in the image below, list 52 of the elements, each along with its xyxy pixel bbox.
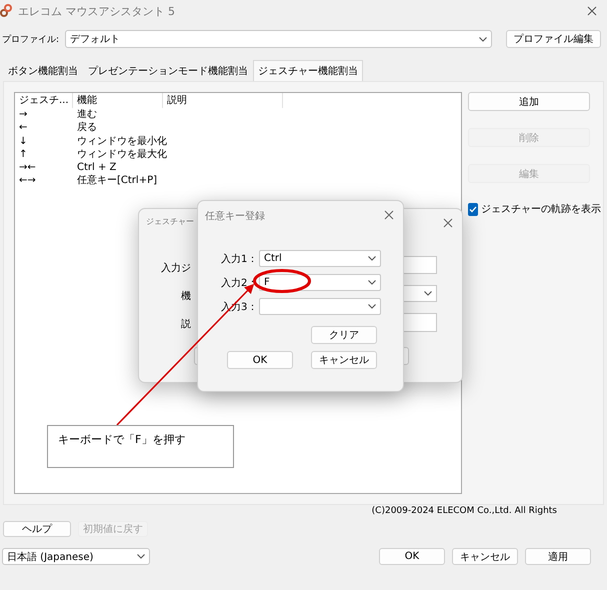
window-title: エレコム マウスアシスタント 5 <box>18 4 176 18</box>
function-cell-text: 任意キー[Ctrl+P] <box>76 174 158 188</box>
function-cell-text: Ctrl + Z <box>76 161 118 174</box>
close-icon[interactable] <box>587 6 597 16</box>
key-dropdown[interactable]: F <box>259 274 381 291</box>
chevron-icon <box>368 280 376 285</box>
side-button[interactable]: 追加 <box>468 92 590 111</box>
field-label: 入力ジ <box>161 262 191 275</box>
column-header[interactable]: ジェスチ... <box>15 93 73 108</box>
checkbox-label: ジェスチャーの軌跡を表示 <box>481 202 601 216</box>
profile-label: プロファイル: <box>2 33 60 46</box>
field-label: 機 <box>181 290 191 303</box>
copyright-text: (C)2009-2024 ELECOM Co.,Ltd. All Rights <box>372 506 557 516</box>
profile-edit-button[interactable]: プロファイル編集 <box>506 30 601 48</box>
chevron-icon <box>424 291 432 296</box>
column-header[interactable]: 機能 <box>73 93 163 108</box>
chevron-icon <box>137 554 145 559</box>
help-button[interactable]: ヘルプ <box>3 521 71 537</box>
key-dropdown[interactable]: Ctrl <box>259 250 381 267</box>
gesture-cell-text: ←→ <box>18 174 37 188</box>
function-cell-text: 進む <box>76 108 98 122</box>
chevron-icon <box>479 36 487 42</box>
tab[interactable]: ジェスチャー機能割当 <box>253 60 363 81</box>
dialog-title: 任意キー登録 <box>205 210 265 223</box>
field-label: 説 <box>181 318 191 331</box>
gesture-cell-text: → <box>18 108 28 122</box>
checkbox[interactable] <box>468 202 478 216</box>
function-cell-text: 戻る <box>76 121 98 135</box>
chevron-icon <box>368 304 376 309</box>
footer-button[interactable]: 適用 <box>525 548 591 565</box>
input-label: 入力1： <box>221 252 258 266</box>
close-icon[interactable] <box>384 210 394 220</box>
footer-button[interactable]: OK <box>379 548 445 565</box>
language-dropdown[interactable]: 日本語 (Japanese) <box>2 548 150 565</box>
gesture-cell-text: ↓ <box>18 134 28 148</box>
footer-button[interactable]: キャンセル <box>452 548 518 565</box>
clear-button[interactable]: クリア <box>311 326 377 344</box>
mouse-logo-icon <box>0 4 12 18</box>
chevron-icon <box>368 256 376 261</box>
gesture-cell-text: →← <box>18 161 37 174</box>
close-icon[interactable] <box>443 218 453 228</box>
function-cell-text: ウィンドウを最小化 <box>76 134 168 148</box>
dialog-title: ジェスチャー <box>146 216 194 227</box>
cancel-button[interactable]: キャンセル <box>311 351 377 369</box>
highlight-ellipse <box>252 268 312 294</box>
profile-dropdown[interactable]: デフォルト <box>65 30 492 48</box>
column-header[interactable]: 説明 <box>163 93 283 108</box>
gesture-cell-text: ← <box>18 121 28 135</box>
function-cell-text: ウィンドウを最大化 <box>76 148 168 162</box>
gesture-cell-text: ↑ <box>18 148 28 162</box>
callout-text: キーボードで「F」を押す <box>47 425 234 468</box>
ok-button[interactable]: OK <box>227 351 293 369</box>
